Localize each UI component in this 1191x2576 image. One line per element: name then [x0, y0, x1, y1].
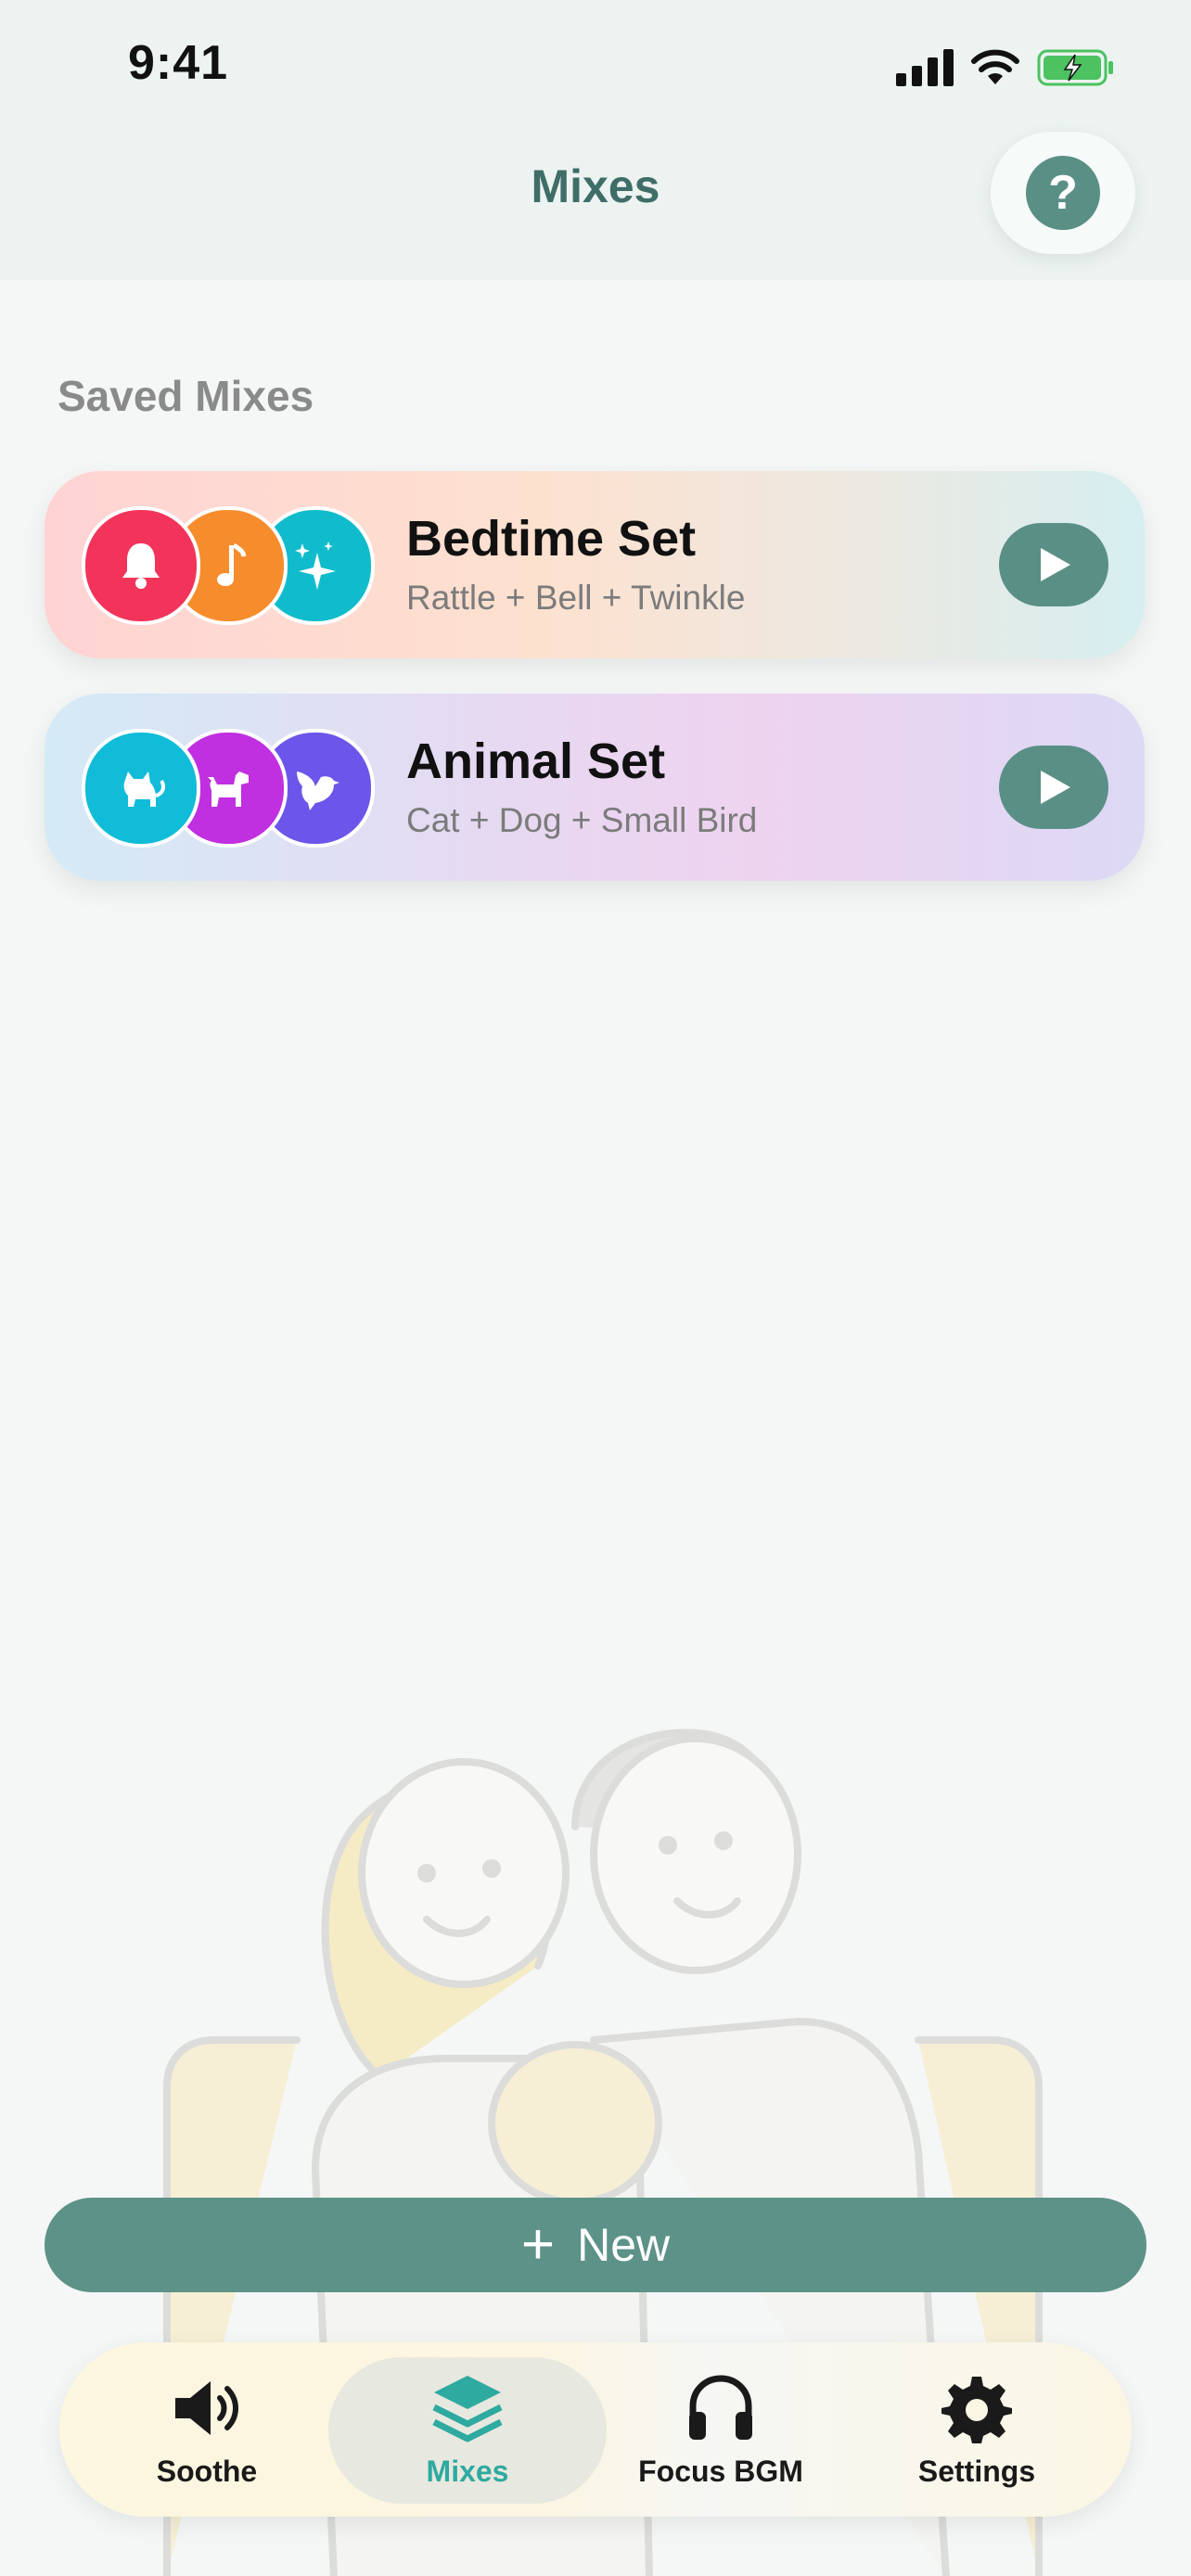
mix-card-animal[interactable]: Animal Set Cat + Dog + Small Bird — [45, 694, 1145, 881]
section-title: Saved Mixes — [58, 372, 314, 420]
play-button[interactable] — [999, 746, 1108, 829]
mix-description: Rattle + Bell + Twinkle — [406, 579, 746, 617]
play-icon — [1041, 771, 1070, 804]
mix-icon-stack — [82, 729, 378, 848]
headphones-icon — [684, 2371, 758, 2445]
tab-bar: Soothe Mixes Focus BGM Settings — [59, 2342, 1132, 2517]
speaker-icon — [170, 2371, 244, 2445]
tab-label: Settings — [917, 2454, 1036, 2488]
battery-icon — [1037, 49, 1113, 86]
tab-settings[interactable]: Settings — [852, 2342, 1102, 2517]
tab-label: Mixes — [426, 2454, 509, 2488]
help-icon: ? — [1026, 156, 1100, 230]
tab-label: Focus BGM — [638, 2454, 803, 2488]
tab-label: Soothe — [156, 2454, 258, 2488]
signal-icon — [896, 49, 954, 86]
mix-icon-stack — [82, 506, 378, 625]
help-button[interactable]: ? — [991, 132, 1135, 254]
tab-focus-bgm[interactable]: Focus BGM — [596, 2342, 846, 2517]
mix-name: Animal Set — [406, 733, 666, 789]
tab-mixes[interactable]: Mixes — [328, 2342, 607, 2517]
play-button[interactable] — [999, 523, 1108, 606]
tab-soothe[interactable]: Soothe — [82, 2342, 332, 2517]
wifi-icon — [971, 49, 1019, 84]
mix-description: Cat + Dog + Small Bird — [406, 801, 758, 839]
plus-icon: + — [520, 2213, 556, 2276]
mix-name: Bedtime Set — [406, 511, 697, 567]
play-icon — [1041, 548, 1070, 581]
gear-icon — [940, 2371, 1014, 2445]
status-time: 9:41 — [128, 36, 229, 90]
status-icons — [896, 46, 1115, 89]
new-button-label: New — [577, 2219, 671, 2271]
mix-card-bedtime[interactable]: Bedtime Set Rattle + Bell + Twinkle — [45, 471, 1145, 658]
cat-icon — [82, 729, 200, 848]
layers-icon — [430, 2371, 505, 2445]
bell-icon — [82, 506, 200, 625]
new-mix-button[interactable]: + New — [45, 2198, 1146, 2292]
header-bar: 9:41 Mixes ? — [0, 0, 1191, 280]
